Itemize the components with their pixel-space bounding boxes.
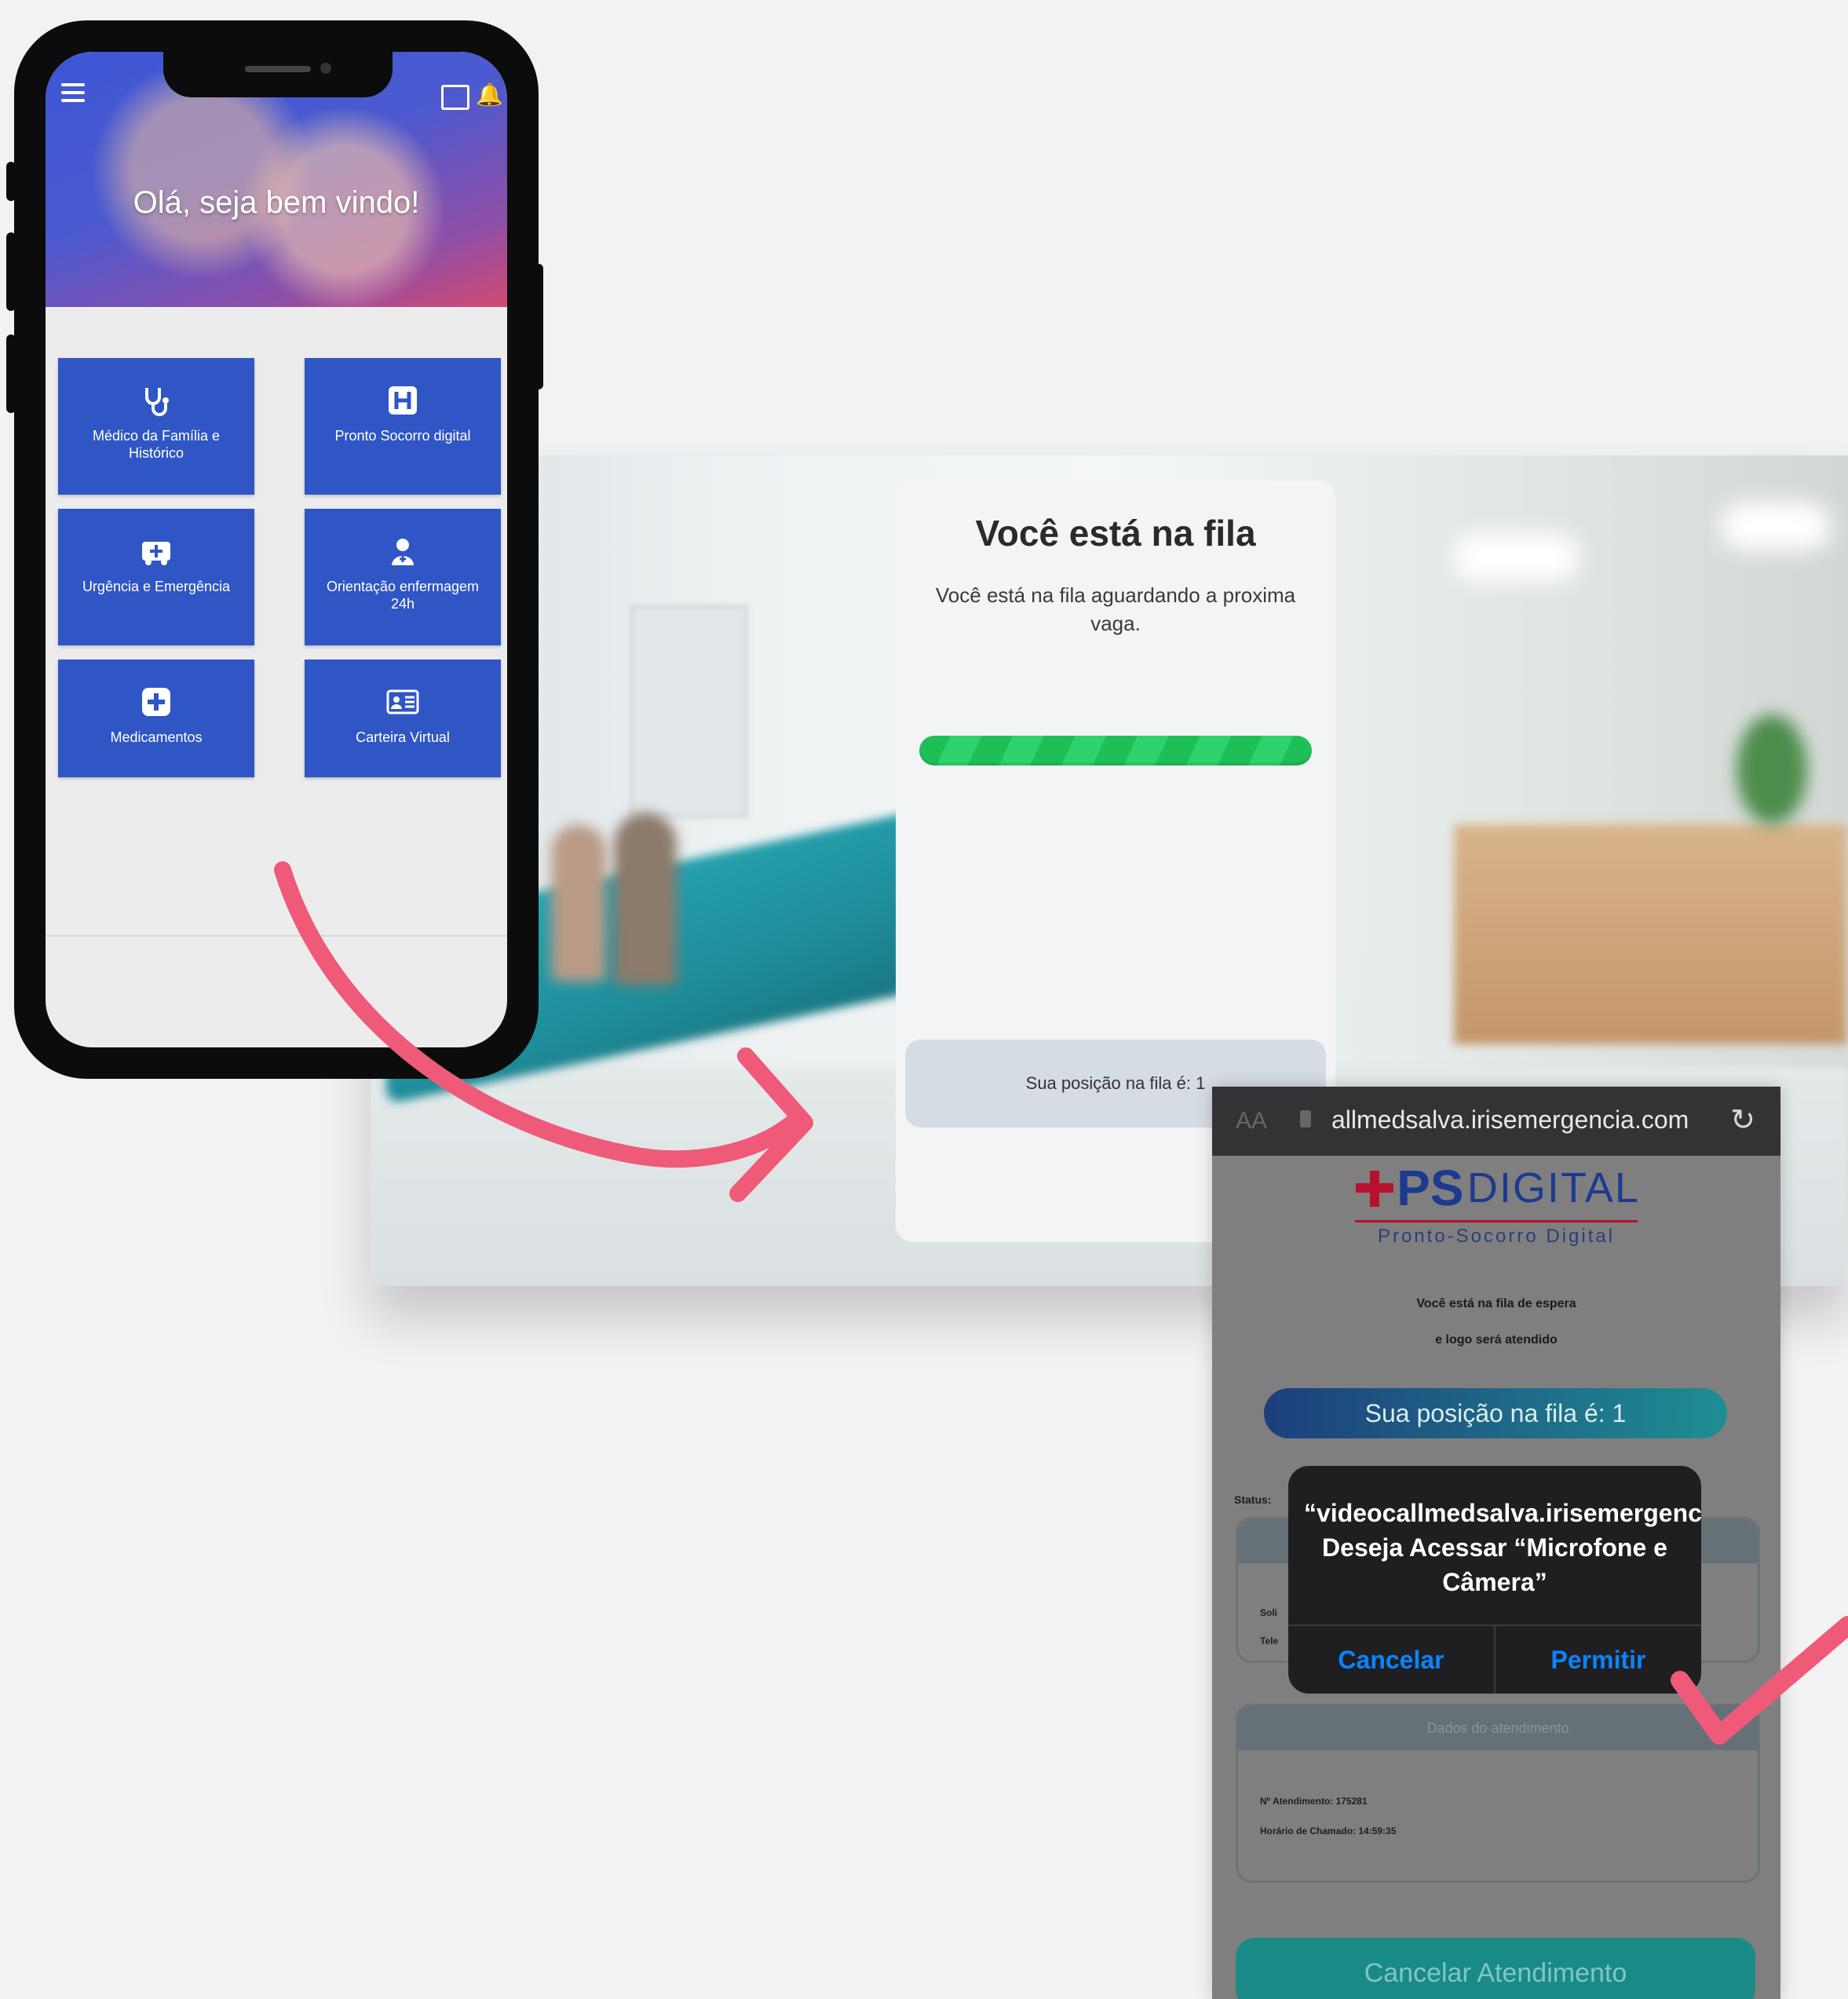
attendance-panel-header: Dados do atendimento — [1238, 1706, 1758, 1750]
phone-side-button — [6, 162, 16, 201]
tile-label: Urgência e Emergência — [82, 579, 231, 594]
text-size-button[interactable]: AA — [1236, 1108, 1267, 1135]
id-card-icon[interactable] — [441, 85, 469, 110]
queue-position-button: Sua posição na fila é: 1 — [1264, 1388, 1727, 1438]
ceiling-light — [1721, 502, 1831, 550]
status-label: Status: — [1234, 1493, 1272, 1506]
logo-ps: PS — [1397, 1160, 1464, 1216]
status-row: Tele — [1260, 1635, 1279, 1646]
phone-screen: 🔔 Olá, seja bem vindo! Médico da Família… — [46, 52, 507, 1047]
tile-urgencia[interactable]: Urgência e Emergência — [58, 509, 254, 645]
url-text[interactable]: allmedsalva.irisemergencia.com — [1331, 1105, 1689, 1135]
lock-icon — [1300, 1110, 1311, 1127]
divider — [46, 935, 507, 937]
ps-digital-logo: PS DIGITAL Pronto-Socorro Digital — [1212, 1159, 1780, 1248]
nurse-icon — [392, 539, 414, 565]
tile-orientacao[interactable]: Orientação enfermagem 24h — [305, 509, 501, 645]
menu-icon[interactable] — [61, 83, 85, 102]
queue-description: Você está na fila aguardando a proxima v… — [935, 583, 1296, 635]
call-time: Horário de Chamado: 14:59:35 — [1260, 1825, 1397, 1836]
permission-message: “videocallmedsalva.irisemergencia.com” D… — [1304, 1499, 1701, 1596]
waiting-person — [614, 813, 677, 985]
dialog-allow-button[interactable]: Permitir — [1496, 1626, 1701, 1694]
reception-desk — [1454, 824, 1846, 1044]
permission-dialog: “videocallmedsalva.irisemergencia.com” D… — [1288, 1466, 1701, 1694]
waiting-person — [551, 824, 606, 981]
phone-side-button — [6, 232, 16, 311]
greeting-text: Olá, seja bem vindo! — [133, 185, 420, 220]
browser-url-bar[interactable]: AA allmedsalva.irisemergencia.com ↻ — [1212, 1087, 1780, 1156]
dialog-cancel-button[interactable]: Cancelar — [1288, 1626, 1494, 1694]
tile-medico-familia[interactable]: Médico da Família e Histórico — [58, 358, 254, 495]
tile-carteira[interactable]: Carteira Virtual — [305, 660, 501, 777]
logo-line — [1355, 1220, 1638, 1222]
cancel-attendance-button[interactable]: Cancelar Atendimento — [1236, 1938, 1755, 1999]
waiting-text-line2: e logo será atendido — [1435, 1333, 1558, 1347]
attendance-data-panel: Dados do atendimento Nº Atendimento: 175… — [1236, 1704, 1760, 1883]
hospital-icon — [389, 386, 417, 415]
attendance-number: Nº Atendimento: 175281 — [1260, 1796, 1368, 1807]
tile-label: Medicamentos — [110, 729, 203, 745]
tile-medicamentos[interactable]: Medicamentos — [58, 660, 254, 777]
tile-label: Orientação enfermagem 24h — [326, 579, 480, 612]
ambulance-icon — [142, 542, 170, 565]
waiting-text-line1: Você está na fila de espera — [1416, 1297, 1576, 1310]
tile-pronto-socorro[interactable]: Pronto Socorro digital — [305, 358, 501, 495]
clinic-door — [630, 605, 749, 818]
queue-title: Você está na fila — [975, 513, 1256, 554]
tile-label: Pronto Socorro digital — [334, 428, 471, 444]
reload-icon[interactable]: ↻ — [1730, 1102, 1755, 1138]
status-row: Soli — [1260, 1607, 1278, 1618]
logo-digital: DIGITAL — [1466, 1164, 1640, 1211]
stethoscope-icon — [145, 388, 169, 416]
plant — [1737, 714, 1807, 824]
smartphone: 🔔 Olá, seja bem vindo! Médico da Família… — [6, 20, 543, 1079]
tile-label: Carteira Virtual — [356, 729, 450, 745]
mobile-browser-screenshot: AA allmedsalva.irisemergencia.com ↻ PS D… — [1212, 1087, 1780, 1999]
ceiling-light — [1454, 534, 1580, 581]
phone-side-button — [6, 334, 16, 413]
medicine-plus-icon — [142, 688, 170, 716]
phone-side-button — [534, 264, 543, 389]
bell-icon[interactable]: 🔔 — [476, 83, 503, 107]
queue-progress-bar — [919, 736, 1312, 766]
red-cross-icon — [1353, 1166, 1397, 1210]
tile-label: Médico da Família e Histórico — [92, 428, 221, 461]
phone-notch — [163, 52, 393, 97]
logo-subtitle: Pronto-Socorro Digital — [1377, 1226, 1616, 1247]
id-card-icon — [386, 689, 419, 714]
